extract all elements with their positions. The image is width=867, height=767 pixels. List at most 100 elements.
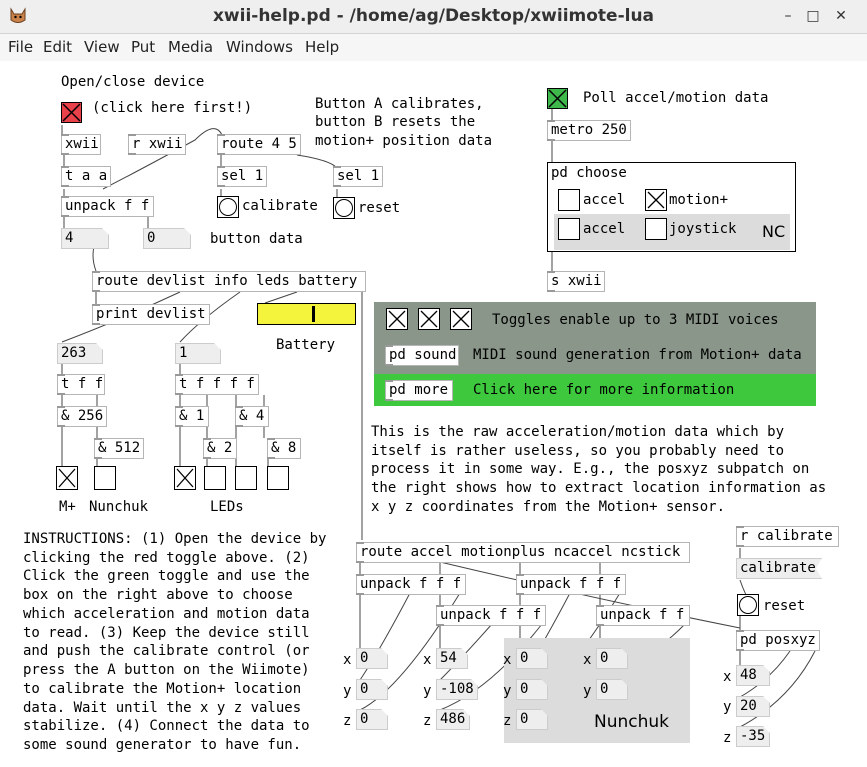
accel-z-atom[interactable]: 0 <box>356 709 388 730</box>
toggle-x-icon <box>58 468 76 488</box>
ncaccel-x-label: x <box>503 652 512 668</box>
midi-sound-text: MIDI sound generation from Motion+ data <box>473 347 802 363</box>
posxyz-y-atom[interactable]: 20 <box>736 696 770 717</box>
and-256-object[interactable]: & 256 <box>57 406 107 427</box>
calibrate-message[interactable]: calibrate <box>736 558 822 579</box>
calibrate-label: calibrate <box>242 198 318 214</box>
button-data-atom-2[interactable]: 0 <box>143 228 191 249</box>
motion-z-atom[interactable]: 486 <box>436 709 470 730</box>
accel-label: accel <box>583 192 626 208</box>
route-accel-object[interactable]: route accel motionplus ncaccel ncstick <box>356 542 690 563</box>
ncstick-y-atom[interactable]: 0 <box>596 679 628 700</box>
mplus-toggle[interactable] <box>56 466 78 490</box>
and-4-object[interactable]: & 4 <box>235 406 269 427</box>
toggle-x-icon <box>647 191 665 209</box>
button-data-atom-1[interactable]: 4 <box>61 228 109 249</box>
ncaccel-x-atom[interactable]: 0 <box>516 648 548 669</box>
pd-more-object[interactable]: pd more <box>385 380 453 401</box>
accel-y-atom[interactable]: 0 <box>356 679 388 700</box>
motion-x-atom[interactable]: 54 <box>436 648 468 669</box>
battery-slider[interactable] <box>257 303 356 325</box>
poll-toggle[interactable] <box>547 88 568 109</box>
leds-label: LEDs <box>210 499 244 515</box>
midi-voice-3-toggle[interactable] <box>450 308 472 330</box>
toggle-x-icon <box>420 310 438 328</box>
motionplus-toggle[interactable] <box>645 189 667 211</box>
route-4-5-object[interactable]: route 4 5 <box>217 134 301 155</box>
ncaccel-toggle[interactable] <box>558 218 580 240</box>
midi-voice-2-toggle[interactable] <box>418 308 440 330</box>
pd-sound-object[interactable]: pd sound <box>385 345 459 366</box>
led-2-toggle[interactable] <box>204 466 226 490</box>
nunchuk-label: Nunchuk <box>89 499 149 515</box>
click-here-label: (click here first!) <box>92 100 253 116</box>
motion-y-atom[interactable]: -108 <box>436 679 478 700</box>
nunchuk-panel-label: Nunchuk <box>594 712 670 732</box>
t-ffff-object[interactable]: t f f f f <box>175 374 259 395</box>
unpack-fff-accel-object[interactable]: unpack f f f <box>356 574 466 595</box>
open-close-label: Open/close device <box>61 74 205 90</box>
calibrate-bang[interactable] <box>217 196 239 218</box>
leds-atom[interactable]: 1 <box>175 343 221 364</box>
sel-1-reset-object[interactable]: sel 1 <box>333 166 383 187</box>
and-512-object[interactable]: & 512 <box>94 438 144 459</box>
ncstick-x-label: x <box>583 652 592 668</box>
led-3-toggle[interactable] <box>235 466 257 490</box>
posxyz-reset-bang[interactable] <box>737 594 759 616</box>
pd-choose-subpatch[interactable]: pd choose accel motion+ accel joystick N… <box>547 162 796 252</box>
reset-bang[interactable] <box>333 197 355 219</box>
accel-x-atom[interactable]: 0 <box>356 648 388 669</box>
and-8-object[interactable]: & 8 <box>267 438 301 459</box>
print-devlist-object[interactable]: print devlist <box>92 304 210 325</box>
instructions-line-8: press the A button on the Wiimote) <box>23 662 310 678</box>
button-a-label-1: Button A calibrates, <box>315 96 484 112</box>
t-ff-object[interactable]: t f f <box>57 374 105 395</box>
t-a-a-object[interactable]: t a a <box>61 166 111 187</box>
s-xwii-object[interactable]: s xwii <box>547 271 605 292</box>
unpack-fff-ncaccel-object[interactable]: unpack f f f <box>516 574 626 595</box>
instructions-line-12: some sound generator to have fun. <box>23 737 302 753</box>
xwii-object[interactable]: xwii <box>61 134 101 155</box>
accel-toggle[interactable] <box>558 189 580 211</box>
instructions-line-1: INSTRUCTIONS: (1) Open the device by <box>23 531 327 547</box>
motionplus-label: motion+ <box>669 192 729 208</box>
description-line-2: itself is rather useless, so you probabl… <box>371 443 785 459</box>
nunchuk-toggle[interactable] <box>94 466 116 490</box>
joystick-toggle[interactable] <box>645 218 667 240</box>
toggle-x-icon <box>452 310 470 328</box>
midi-voice-1-toggle[interactable] <box>386 308 408 330</box>
midi-panel: Toggles enable up to 3 MIDI voices pd so… <box>374 302 816 374</box>
posxyz-x-atom[interactable]: 48 <box>736 665 770 686</box>
pd-posxyz-object[interactable]: pd posxyz <box>736 630 820 651</box>
motion-z-label: z <box>423 713 432 729</box>
route-devlist-object[interactable]: route devlist info leds battery <box>92 271 366 292</box>
devlist-atom[interactable]: 263 <box>57 343 103 364</box>
and-2-object[interactable]: & 2 <box>203 438 237 459</box>
ncaccel-z-atom[interactable]: 0 <box>516 709 548 730</box>
description-line-1: This is the raw acceleration/motion data… <box>371 424 785 440</box>
metro-object[interactable]: metro 250 <box>547 120 631 141</box>
button-data-label: button data <box>210 231 303 247</box>
toggle-x-icon <box>388 310 406 328</box>
unpack-fff-motion-object[interactable]: unpack f f f <box>436 605 546 626</box>
patch-canvas[interactable]: Open/close device (click here first!) Bu… <box>0 0 867 767</box>
and-1-object[interactable]: & 1 <box>175 406 209 427</box>
joystick-label: joystick <box>669 221 737 237</box>
ncaccel-y-atom[interactable]: 0 <box>516 679 548 700</box>
posxyz-z-atom[interactable]: -35 <box>736 726 770 747</box>
ncaccel-y-label: y <box>503 683 512 699</box>
r-xwii-object[interactable]: r xwii <box>128 134 186 155</box>
unpack-ff-object[interactable]: unpack f f <box>61 196 154 217</box>
ncstick-y-label: y <box>583 683 592 699</box>
led-1-toggle[interactable] <box>174 466 196 490</box>
toggle-x-icon <box>62 103 81 122</box>
ncstick-x-atom[interactable]: 0 <box>596 648 628 669</box>
open-device-toggle[interactable] <box>61 102 82 123</box>
r-calibrate-object[interactable]: r calibrate <box>736 526 839 547</box>
led-4-toggle[interactable] <box>267 466 289 490</box>
instructions-line-6: to read. (3) Keep the device still <box>23 625 310 641</box>
poll-label: Poll accel/motion data <box>583 90 769 106</box>
unpack-ff-ncstick-object[interactable]: unpack f f <box>596 605 690 626</box>
instructions-line-3: Click the green toggle and use the <box>23 568 310 584</box>
sel-1-calibrate-object[interactable]: sel 1 <box>217 166 267 187</box>
